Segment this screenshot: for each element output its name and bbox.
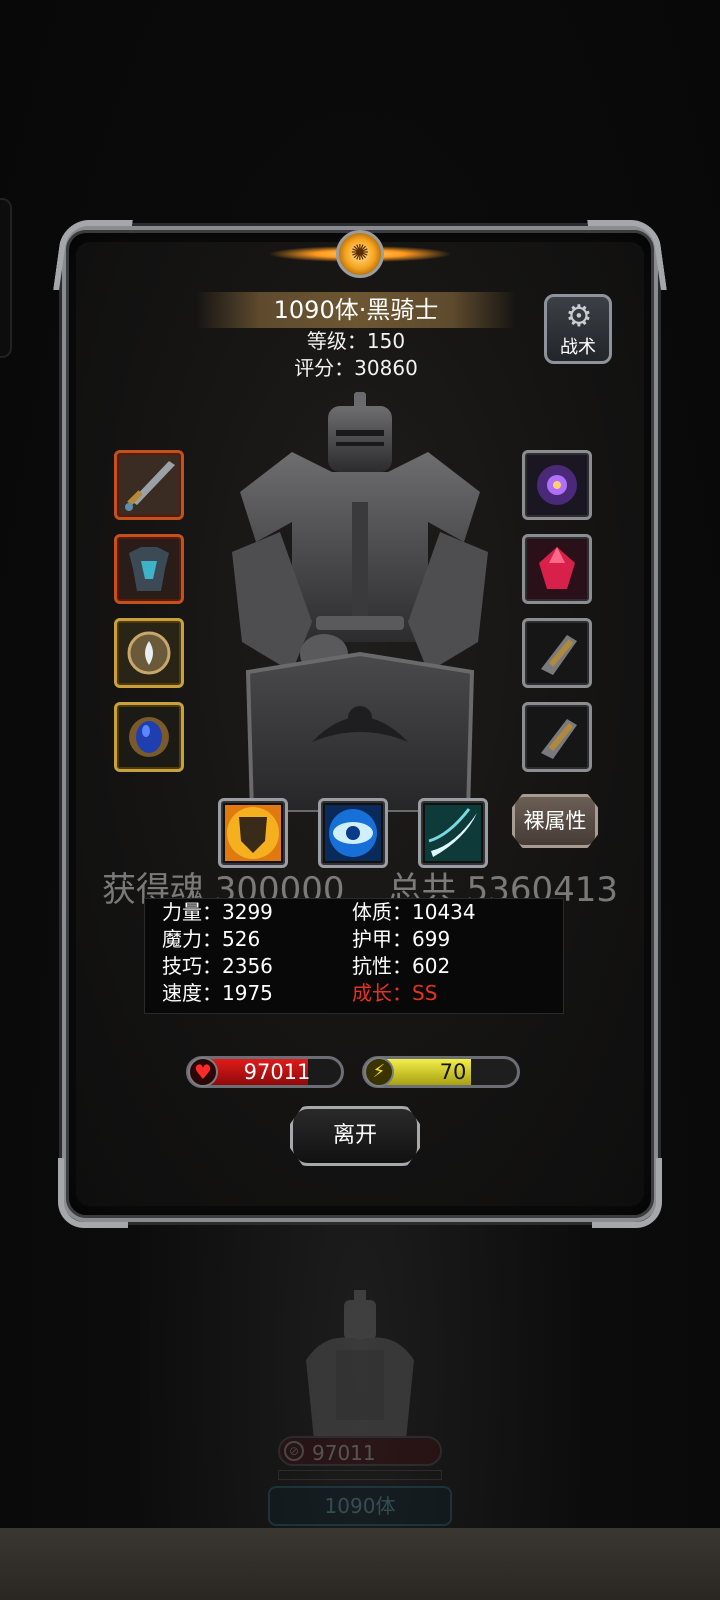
equip-slot-orb[interactable] <box>522 450 592 520</box>
frame-corner-top-left <box>53 220 133 290</box>
tactics-label: 战术 <box>560 337 596 358</box>
stat-constitution: 体质：10434 <box>352 900 476 924</box>
chest-armor-icon <box>119 539 179 599</box>
amulet-icon <box>119 623 179 683</box>
side-notch <box>0 198 12 358</box>
equip-slot-weapon[interactable] <box>114 450 184 520</box>
bottom-bar <box>0 1528 720 1600</box>
no-entry-icon: ⊘ <box>284 1441 304 1461</box>
equip-slot-gauntlet-2[interactable] <box>522 702 592 772</box>
sapphire-ring-icon <box>119 707 179 767</box>
frame-corner-bottom-right <box>592 1158 662 1228</box>
background-knight-icon <box>306 1290 414 1440</box>
greatsword-icon <box>119 455 179 515</box>
unit-level: 等级：150 <box>306 329 406 353</box>
tactics-button[interactable]: ⚙ 战术 <box>544 294 612 364</box>
stat-growth: 成长：SS <box>352 981 438 1005</box>
stat-speed: 速度：1975 <box>162 981 273 1005</box>
skill-slot-slash[interactable] <box>418 798 488 868</box>
unit-title: 1090体·黑骑士 <box>273 296 439 324</box>
gauntlet-icon <box>527 623 587 683</box>
gauntlet-icon <box>527 707 587 767</box>
equip-slot-gauntlet-1[interactable] <box>522 618 592 688</box>
leave-button[interactable]: 离开 <box>290 1106 420 1166</box>
shield-skill-icon <box>225 805 281 861</box>
stat-magic: 魔力：526 <box>162 927 261 951</box>
equip-slot-ring[interactable] <box>114 702 184 772</box>
heart-icon: ♥ <box>188 1057 218 1087</box>
gear-icon: ⚙ <box>565 299 593 334</box>
sun-emblem-icon: ✺ <box>336 230 384 278</box>
background-secondary-bar <box>278 1470 442 1480</box>
background-hp-value: 97011 <box>312 1441 376 1465</box>
equip-slot-gem[interactable] <box>522 534 592 604</box>
background-unit-name: 1090体 <box>268 1486 452 1526</box>
bare-attributes-button[interactable]: 裸属性 <box>512 794 598 848</box>
energy-value: 70 <box>439 1060 467 1084</box>
stat-skill: 技巧：2356 <box>162 954 273 978</box>
skill-slot-eye[interactable] <box>318 798 388 868</box>
stat-strength: 力量：3299 <box>162 900 273 924</box>
skill-slot-shield[interactable] <box>218 798 288 868</box>
panel-emblem: ✺ <box>270 218 450 294</box>
hp-value: 97011 <box>243 1060 311 1084</box>
lightning-icon: ⚡ <box>364 1057 394 1087</box>
dark-orb-icon <box>527 455 587 515</box>
ruby-gem-icon <box>527 539 587 599</box>
background-hp-bar: ⊘ 97011 <box>278 1436 442 1466</box>
black-knight-portrait <box>232 392 488 812</box>
stat-armor: 护甲：699 <box>352 927 451 951</box>
eye-skill-icon <box>325 805 381 861</box>
stat-resistance: 抗性：602 <box>352 954 451 978</box>
frame-corner-bottom-left <box>58 1158 128 1228</box>
equip-slot-amulet[interactable] <box>114 618 184 688</box>
equip-slot-armor[interactable] <box>114 534 184 604</box>
background-unit-card: ⊘ 97011 1090体 <box>268 1290 452 1530</box>
unit-score: 评分：30860 <box>294 356 418 380</box>
slash-skill-icon <box>425 805 481 861</box>
